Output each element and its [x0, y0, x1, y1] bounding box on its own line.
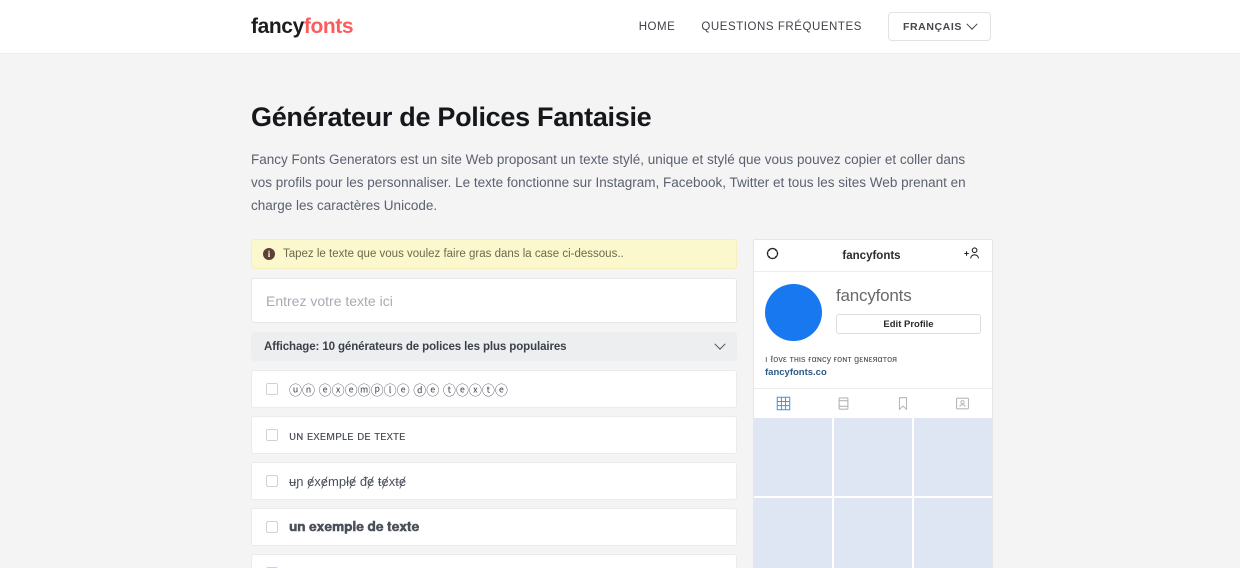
list-item[interactable]: ʉɲ ɇxɇmpłɇ ᵭɇ ŧɇxŧɇ	[251, 462, 737, 500]
add-person-icon[interactable]	[963, 246, 981, 266]
font-results-list: ⓤⓝ ⓔⓧⓔⓜⓟⓛⓔ ⓓⓔ ⓣⓔⓧⓣⓔ ᴜɴ ᴇxᴇᴍᴘʟᴇ ᴅᴇ ᴛᴇxᴛᴇ …	[251, 370, 737, 568]
instruction-alert-text: Tapez le texte que vous voulez faire gra…	[283, 248, 624, 260]
list-item[interactable]: 𝐮𝐧 𝐞𝐱𝐞𝐦𝐩𝐥𝐞 𝐝𝐞 𝐭𝐞𝐱𝐭𝐞	[251, 508, 737, 546]
photo-placeholder[interactable]	[914, 498, 992, 568]
list-item[interactable]: ⓤⓝ ⓔⓧⓔⓜⓟⓛⓔ ⓓⓔ ⓣⓔⓧⓣⓔ	[251, 370, 737, 408]
list-item[interactable]	[251, 554, 737, 568]
photo-placeholder[interactable]	[914, 418, 992, 496]
photo-placeholder[interactable]	[754, 498, 832, 568]
page-title: Générateur de Polices Fantaisie	[251, 102, 652, 132]
instagram-title: fancyfonts	[842, 249, 901, 262]
chevron-down-icon	[714, 338, 726, 350]
font-result-text: ᴜɴ ᴇxᴇᴍᴘʟᴇ ᴅᴇ ᴛᴇxᴛᴇ	[289, 427, 406, 443]
instagram-preview-card: fancyfonts fancyfonts Edit Profile ı ℓov…	[753, 239, 993, 568]
font-result-text: 𝐮𝐧 𝐞𝐱𝐞𝐦𝐩𝐥𝐞 𝐝𝐞 𝐭𝐞𝐱𝐭𝐞	[289, 519, 420, 534]
instagram-preview-column: fancyfonts fancyfonts Edit Profile ı ℓov…	[753, 239, 993, 568]
photo-placeholder[interactable]	[754, 418, 832, 496]
instagram-photo-grid	[754, 418, 992, 568]
text-input[interactable]	[251, 278, 737, 323]
font-result-text: ʉɲ ɇxɇmpłɇ ᵭɇ ŧɇxŧɇ	[289, 473, 407, 489]
instruction-alert: i Tapez le texte que vous voulez faire g…	[251, 239, 737, 269]
font-result-text: ⓤⓝ ⓔⓧⓔⓜⓟⓛⓔ ⓓⓔ ⓣⓔⓧⓣⓔ	[289, 382, 508, 398]
instagram-profile: fancyfonts Edit Profile	[754, 272, 992, 341]
site-logo[interactable]: fancyfonts	[251, 14, 354, 39]
row-checkbox[interactable]	[266, 521, 278, 533]
row-checkbox[interactable]	[266, 429, 278, 441]
generator-column: i Tapez le texte que vous voulez faire g…	[251, 239, 737, 568]
camera-icon[interactable]	[765, 246, 780, 266]
tab-bookmark[interactable]	[873, 389, 933, 418]
row-checkbox[interactable]	[266, 475, 278, 487]
info-icon: i	[263, 248, 275, 260]
language-selector-button[interactable]: FRANÇAIS	[887, 12, 991, 41]
chevron-down-icon	[966, 18, 978, 30]
logo-text-primary: fancy	[251, 14, 304, 38]
site-header: fancyfonts HOME QUESTIONS FRÉQUENTES FRA…	[0, 0, 1240, 54]
profile-website-link[interactable]: fancyfonts.co	[754, 366, 992, 388]
content-columns: i Tapez le texte que vous voulez faire g…	[251, 239, 1240, 568]
profile-username: fancyfonts	[836, 286, 912, 305]
page-body: Générateur de Polices Fantaisie Fancy Fo…	[0, 54, 1240, 568]
main-navigation: HOME QUESTIONS FRÉQUENTES FRANÇAIS	[639, 12, 991, 41]
language-selector-label: FRANÇAIS	[902, 20, 962, 33]
list-item[interactable]: ᴜɴ ᴇxᴇᴍᴘʟᴇ ᴅᴇ ᴛᴇxᴛᴇ	[251, 416, 737, 454]
tab-slideshow[interactable]	[814, 389, 874, 418]
font-count-select-label: Affichage: 10 générateurs de polices les…	[264, 340, 567, 353]
tab-grid[interactable]	[754, 389, 814, 418]
photo-placeholder[interactable]	[834, 418, 912, 496]
nav-item-home[interactable]: HOME	[639, 21, 676, 33]
row-checkbox[interactable]	[266, 383, 278, 395]
photo-placeholder[interactable]	[834, 498, 912, 568]
avatar	[765, 284, 822, 341]
profile-bio: ı ℓovε тнιs ғαɴcy ғoɴт gεɴεяαтoя	[765, 354, 898, 364]
edit-profile-button[interactable]: Edit Profile	[836, 314, 981, 334]
page-intro-text: Fancy Fonts Generators est un site Web p…	[251, 152, 966, 213]
instagram-topbar: fancyfonts	[754, 240, 992, 272]
nav-item-faq[interactable]: QUESTIONS FRÉQUENTES	[701, 21, 862, 33]
tab-tagged[interactable]	[933, 389, 993, 418]
logo-text-accent: fonts	[303, 14, 354, 38]
instagram-tabbar	[754, 388, 992, 418]
font-count-select[interactable]: Affichage: 10 générateurs de polices les…	[251, 332, 737, 361]
